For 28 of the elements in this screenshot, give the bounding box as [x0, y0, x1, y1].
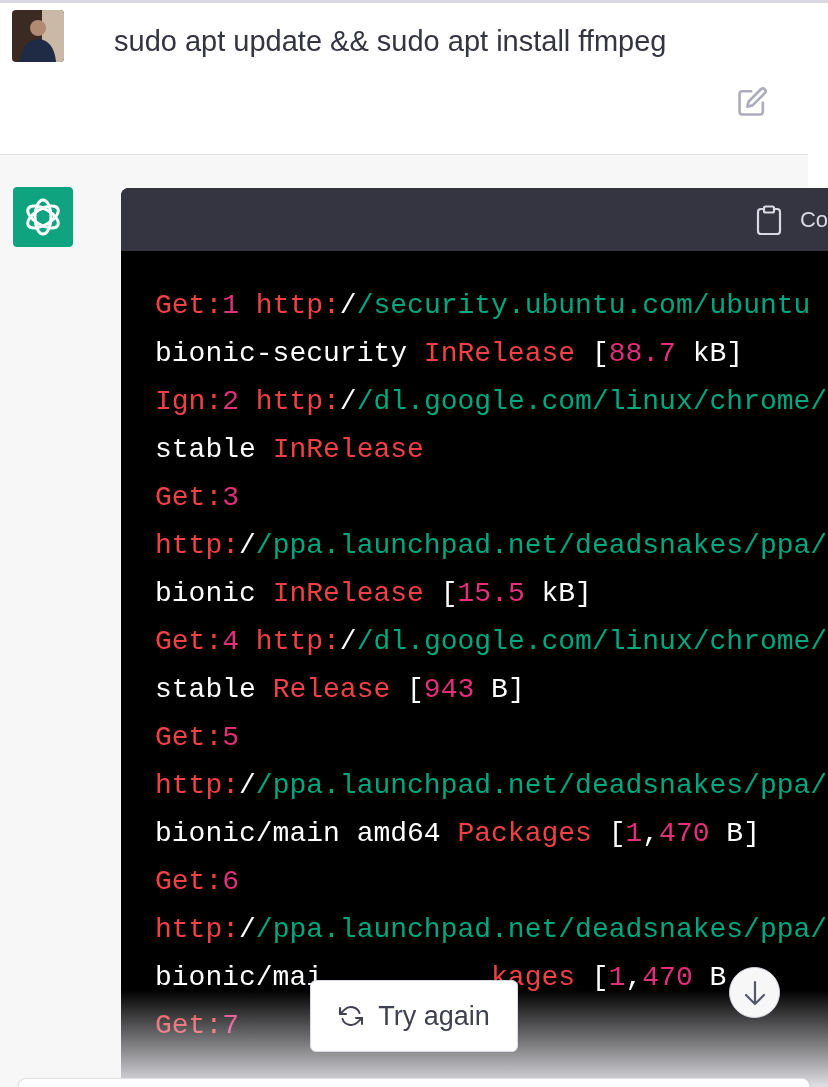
code-line: Get:5 [155, 721, 240, 755]
code-line: bionic-security InRelease [88.7 kB] [155, 337, 744, 371]
code-line: bionic InRelease [15.5 kB] [155, 577, 592, 611]
clipboard-icon [755, 204, 782, 235]
arrow-down-icon [742, 979, 767, 1006]
copy-button[interactable]: Co [755, 203, 828, 236]
code-text: B [708, 962, 727, 993]
code-line: http://ppa.launchpad.net/deadsnakes/ppa/ [155, 529, 828, 563]
code-text: [ [590, 962, 609, 993]
edit-icon[interactable] [737, 86, 768, 117]
assistant-logo-icon [13, 187, 73, 247]
code-text: 470 [642, 962, 693, 993]
code-line: bionic/main amd64 Packages [1,470 B] [155, 817, 760, 851]
code-line: Get:1 http://security.ubuntu.com/ubuntu [155, 289, 811, 323]
code-line: http://ppa.launchpad.net/deadsnakes/ppa/ [155, 769, 828, 803]
code-line: Get:3 [155, 481, 240, 515]
code-line: stable Release [943 B] [155, 673, 525, 707]
code-line: Get:4 http://dl.google.com/linux/chrome/ [155, 625, 828, 659]
code-text: , [625, 962, 643, 993]
code-text: 1 [608, 962, 626, 993]
user-message: sudo apt update && sudo apt install ffmpeg [114, 24, 667, 59]
code-line: http://ppa.launchpad.net/deadsnakes/ppa/ [155, 913, 828, 947]
code-line: Ign:2 http://dl.google.com/linux/chrome/ [155, 385, 828, 419]
user-avatar [12, 10, 64, 62]
code-line: stable InRelease [155, 433, 424, 467]
refresh-icon [338, 1004, 365, 1028]
code-line: Get:7 [155, 1009, 240, 1043]
code-line: Get:6 [155, 865, 240, 899]
